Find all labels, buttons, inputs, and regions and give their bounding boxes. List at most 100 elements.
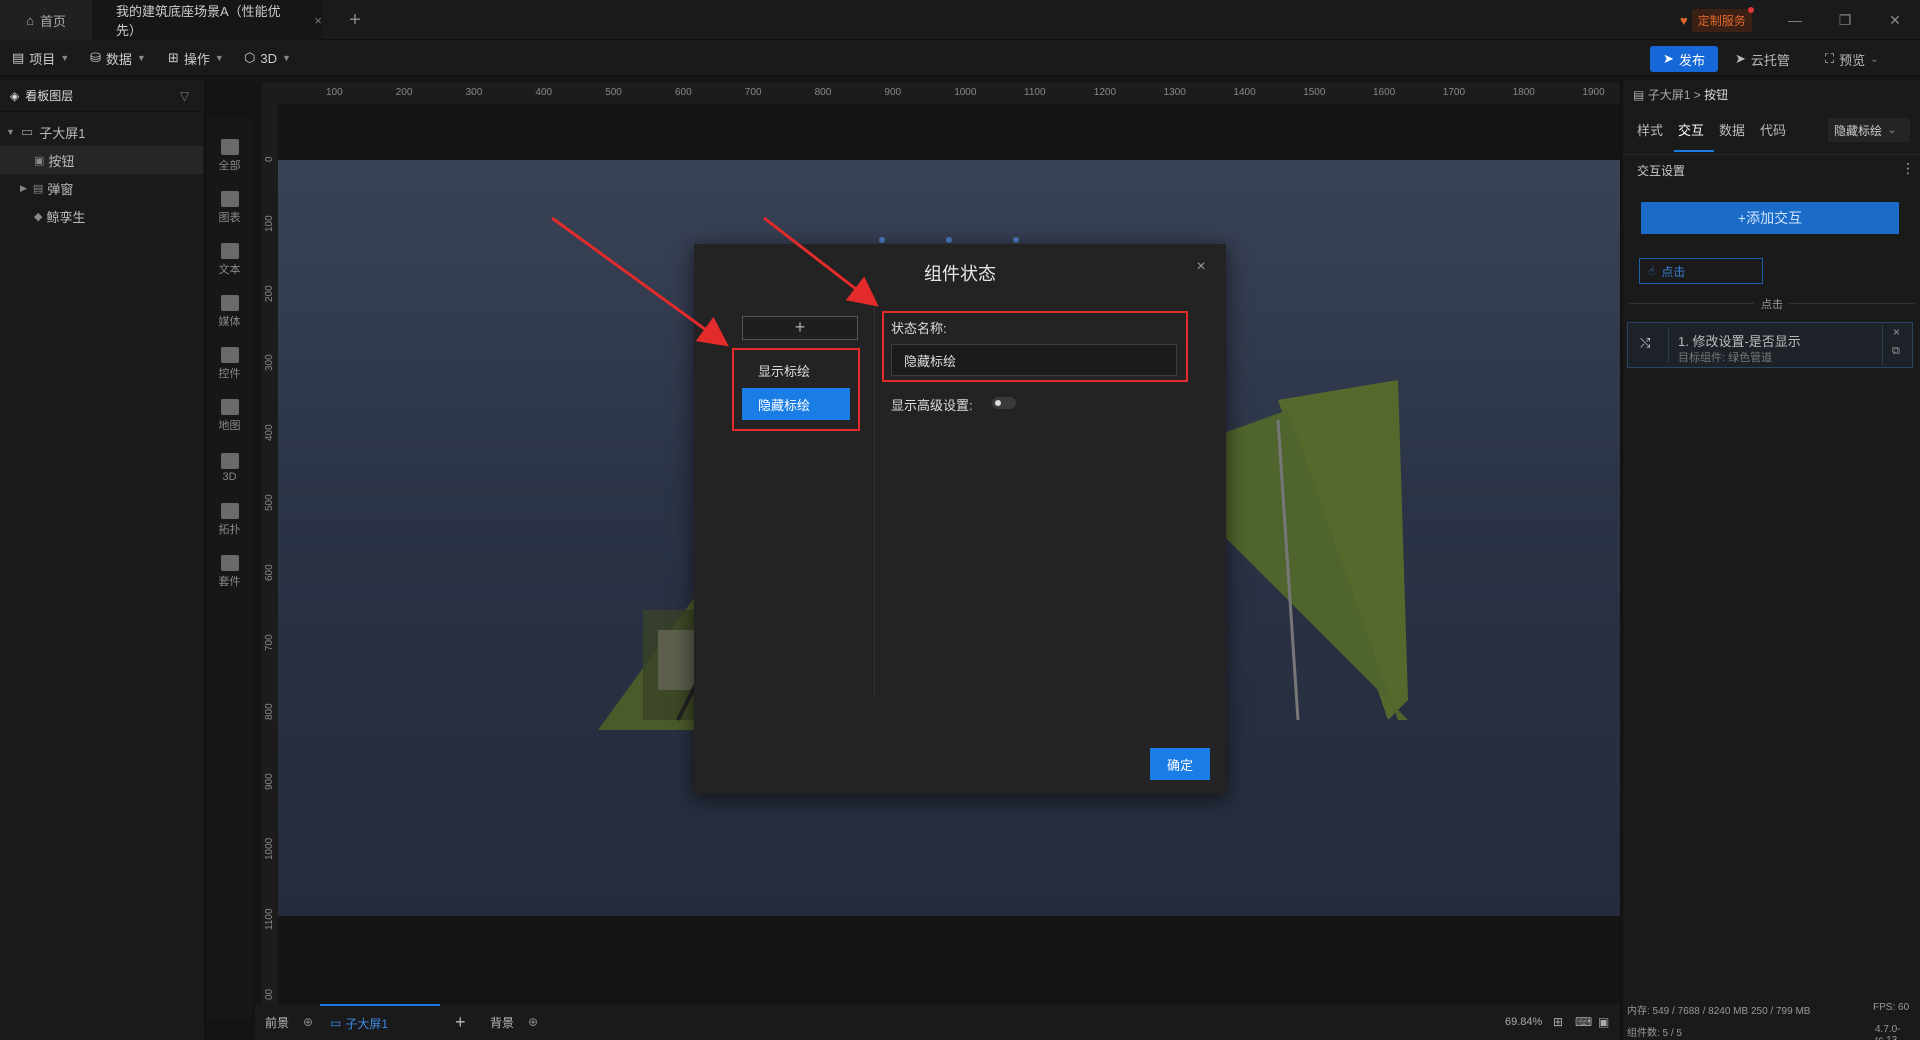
trigger-select[interactable]: ☝ 点击 — [1639, 258, 1763, 284]
palette-label: 全部 — [218, 160, 241, 172]
screen-tab[interactable]: ▭ 子大屏1 — [320, 1004, 440, 1040]
chevron-down-icon: ⌄ — [1888, 124, 1897, 136]
new-tab-button[interactable]: + — [340, 0, 370, 40]
fit-screen-icon[interactable]: ⊞ — [1553, 1004, 1563, 1040]
palette-text[interactable]: 文本 — [207, 234, 252, 286]
state-select[interactable]: 隐藏标绘 ⌄ — [1828, 118, 1910, 142]
palette-all[interactable]: 全部 — [207, 130, 252, 182]
add-circle-icon[interactable]: ⊕ — [528, 1015, 538, 1029]
kit-icon — [220, 555, 239, 571]
caret-right-icon[interactable]: ▶ — [20, 183, 27, 194]
foreground-tab[interactable]: 前景 ⊕ — [265, 1004, 313, 1040]
palette-label: 地图 — [218, 420, 241, 432]
add-state-button[interactable]: + — [742, 316, 858, 340]
tab-home[interactable]: ⌂ 首页 — [0, 0, 92, 40]
menu-project[interactable]: ▤ 项目 ▼ — [12, 40, 69, 76]
ruler-tick-label: 400 — [535, 87, 553, 98]
chevron-down-icon: ⌄ — [1870, 53, 1879, 65]
publish-button[interactable]: ➤ 发布 — [1650, 46, 1718, 72]
selection-handle[interactable] — [946, 237, 952, 243]
layers-title: 看板图层 — [25, 89, 74, 103]
layer-item-twin[interactable]: ◆ 鲸孪生 — [0, 202, 203, 230]
menu-operation[interactable]: ⊞ 操作 ▼ — [168, 40, 224, 76]
add-circle-icon[interactable]: ⊕ — [303, 1015, 313, 1029]
breadcrumb: ▤ 子大屏1 > 按钮 — [1633, 86, 1728, 103]
dialog-divider — [874, 306, 875, 696]
tab-code[interactable]: 代码 — [1760, 120, 1786, 139]
palette-label: 拓扑 — [218, 524, 241, 536]
tab-data[interactable]: 数据 — [1719, 120, 1745, 139]
palette-kit[interactable]: 套件 — [207, 546, 252, 598]
shuffle-icon: ⤭ — [1640, 335, 1651, 350]
add-screen-button[interactable]: + — [455, 1004, 466, 1040]
menu-data[interactable]: ⛁ 数据 ▼ — [90, 40, 146, 76]
ruler-tick-label: 500 — [264, 494, 275, 511]
palette-label: 控件 — [218, 368, 241, 380]
media-icon — [220, 295, 239, 311]
palette-map[interactable]: 地图 — [207, 390, 252, 442]
component-state-dialog: 组件状态 × + 显示标绘 隐藏标绘 状态名称: 显示高级设置: 确定 — [694, 244, 1226, 794]
zoom-level[interactable]: 69.84% — [1505, 1004, 1542, 1040]
ruler-tick-label: 600 — [675, 87, 692, 98]
palette-control[interactable]: 控件 — [207, 338, 252, 390]
tab-scene[interactable]: 我的建筑底座场景A（性能优先） × — [92, 0, 322, 40]
divider — [1668, 327, 1669, 363]
screen-icon: ▭ — [20, 124, 34, 139]
cloud-host-button[interactable]: ➤ 云托管 — [1735, 46, 1790, 72]
foreground-label: 前景 — [265, 1015, 290, 1030]
heart-icon: ♥ — [1680, 12, 1688, 28]
screen-icon: ▭ — [330, 1016, 342, 1030]
tab-scene-label: 我的建筑底座场景A（性能优先） — [116, 4, 281, 38]
custom-service-button[interactable]: ♥ 定制服务 — [1680, 6, 1754, 32]
layer-item-button[interactable]: ▣ 按钮 — [0, 146, 203, 174]
copy-icon[interactable]: ⧉ — [1892, 345, 1900, 358]
layer-label: 子大屏1 — [39, 125, 86, 141]
grid-icon: ⊞ — [168, 50, 179, 65]
minimize-button[interactable]: — — [1780, 8, 1810, 32]
preview-button[interactable]: ⛶ 预览 ⌄ — [1825, 46, 1879, 72]
palette-topology[interactable]: 拓扑 — [207, 494, 252, 546]
caret-down-icon[interactable]: ▼ — [6, 127, 15, 137]
more-icon[interactable]: ⋮ — [1901, 160, 1915, 177]
ruler-tick-label: 0 — [264, 156, 275, 162]
close-icon[interactable]: × — [1893, 325, 1900, 339]
breadcrumb-parent[interactable]: 子大屏1 — [1648, 88, 1691, 102]
close-icon[interactable]: × — [1191, 258, 1211, 278]
selection-handle[interactable] — [879, 237, 885, 243]
layer-item-screen[interactable]: ▼ ▭ 子大屏1 — [0, 118, 203, 146]
cloud-host-label: 云托管 — [1750, 52, 1790, 68]
menu-3d[interactable]: ⬡ 3D ▼ — [244, 40, 291, 76]
tab-close-icon[interactable]: × — [314, 13, 322, 28]
layers-panel: ◈ 看板图层 ▽ ▼ ▭ 子大屏1 ▣ 按钮 ▶ ▤ 弹窗 ◆ 鲸孪生 — [0, 80, 205, 1040]
layer-label: 按钮 — [48, 153, 75, 169]
custom-service-label: 定制服务 — [1691, 6, 1754, 32]
menu-operation-label: 操作 — [183, 51, 210, 67]
close-window-button[interactable]: ✕ — [1880, 8, 1910, 32]
background-tab[interactable]: 背景 ⊕ — [490, 1004, 538, 1040]
menu-3d-label: 3D — [260, 50, 277, 66]
chevron-down-icon: ▼ — [136, 53, 146, 63]
keyboard-icon[interactable]: ⌨ — [1575, 1004, 1592, 1040]
restore-button[interactable]: ❐ — [1830, 8, 1860, 32]
terminal-icon[interactable]: ▣ — [1598, 1004, 1609, 1040]
filter-icon[interactable]: ▽ — [180, 89, 189, 103]
tab-interaction[interactable]: 交互 — [1678, 120, 1704, 139]
palette-label: 图表 — [218, 212, 241, 224]
add-interaction-button[interactable]: +添加交互 — [1641, 202, 1899, 234]
component-palette: 全部 图表 文本 媒体 控件 地图 3D 拓扑 套件 — [207, 118, 252, 1018]
palette-chart[interactable]: 图表 — [207, 182, 252, 234]
topology-icon — [220, 503, 239, 519]
fullscreen-icon: ⛶ — [1825, 51, 1835, 66]
ruler-tick-label: 1800 — [1512, 87, 1535, 98]
palette-media[interactable]: 媒体 — [207, 286, 252, 338]
advanced-settings-toggle[interactable] — [992, 397, 1016, 409]
palette-3d[interactable]: 3D — [207, 442, 252, 494]
layer-item-popup[interactable]: ▶ ▤ 弹窗 — [0, 174, 203, 202]
ruler-tick-label: 1000 — [264, 837, 275, 860]
ruler-tick-label: 1100 — [1024, 87, 1046, 98]
ruler-top: 100 200 300 400 500 600 700 800 900 1000 1100 1200 1… — [262, 82, 1620, 104]
confirm-button[interactable]: 确定 — [1150, 748, 1210, 780]
selection-handle[interactable] — [1013, 237, 1019, 243]
tab-style[interactable]: 样式 — [1637, 120, 1663, 139]
interaction-action-card[interactable]: ⤭ 1. 修改设置-是否显示 目标组件: 绿色管道 × ⧉ — [1627, 322, 1913, 368]
